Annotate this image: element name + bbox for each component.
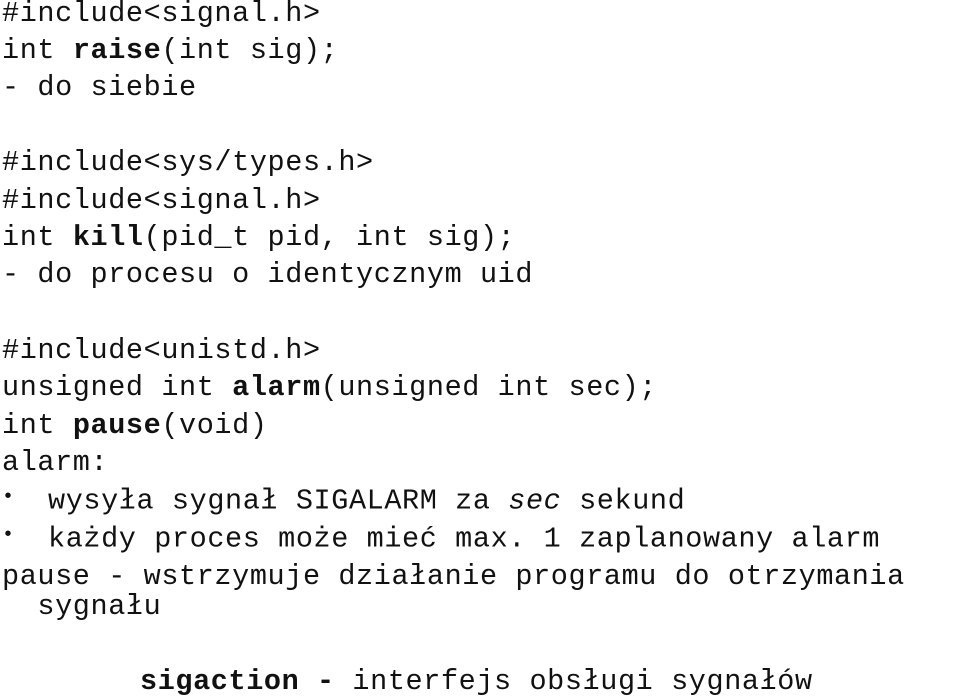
raise-note: - do siebie <box>2 71 197 104</box>
bullet-text: wysyła sygnał SIGALARM za <box>48 484 509 518</box>
include-signal-line-2: #include<signal.h> <box>2 184 321 217</box>
bullet-text: każdy proces może mieć max. 1 zaplanowan… <box>48 522 881 556</box>
kill-signature: int kill(pid_t pid, int sig); <box>2 222 515 254</box>
include-sys-types-line: #include<sys/types.h> <box>2 146 374 179</box>
bullet-text-italic: sec <box>508 484 562 518</box>
pause-params: (void) <box>161 409 268 442</box>
pause-function-name: pause <box>72 409 162 442</box>
bullet-icon: • <box>2 486 15 509</box>
kill-params: (pid_t pid, int sig); <box>143 221 516 254</box>
kill-note: - do procesu o identycznym uid <box>2 258 534 291</box>
pause-return-type: int <box>2 409 73 442</box>
raise-signature: int raise(int sig); <box>2 35 338 67</box>
alarm-params: (unsigned int sec); <box>320 371 658 404</box>
raise-return-type: int <box>2 34 73 67</box>
bullet-icon: • <box>2 524 15 547</box>
alarm-function-name: alarm <box>232 371 321 404</box>
sigaction-heading: sigaction - interfejs obsługi sygnałów <box>140 666 813 698</box>
include-unistd-line: #include<unistd.h> <box>2 334 321 367</box>
kill-return-type: int <box>2 221 73 254</box>
raise-function-name: raise <box>72 34 162 67</box>
raise-params: (int sig); <box>161 34 339 67</box>
sigaction-name: sigaction - <box>140 665 335 698</box>
alarm-heading: alarm: <box>2 446 109 479</box>
kill-function-name: kill <box>72 221 144 254</box>
pause-description-continued: sygnału <box>2 590 162 623</box>
bullet-text-end: sekund <box>561 484 686 518</box>
alarm-signature: unsigned int alarm(unsigned int sec); <box>2 372 657 404</box>
pause-signature: int pause(void) <box>2 410 268 442</box>
bullet-item: • każdy proces może mieć max. 1 zaplanowa… <box>2 523 880 556</box>
pause-description: pause - wstrzymuje działanie programu do… <box>2 560 905 593</box>
sigaction-description: interfejs obsługi sygnałów <box>334 665 813 698</box>
alarm-return-type: unsigned int <box>2 371 233 404</box>
include-signal-line: #include<signal.h> <box>2 0 321 30</box>
bullet-item: • wysyła sygnał SIGALARM za sec sekund <box>2 485 685 518</box>
